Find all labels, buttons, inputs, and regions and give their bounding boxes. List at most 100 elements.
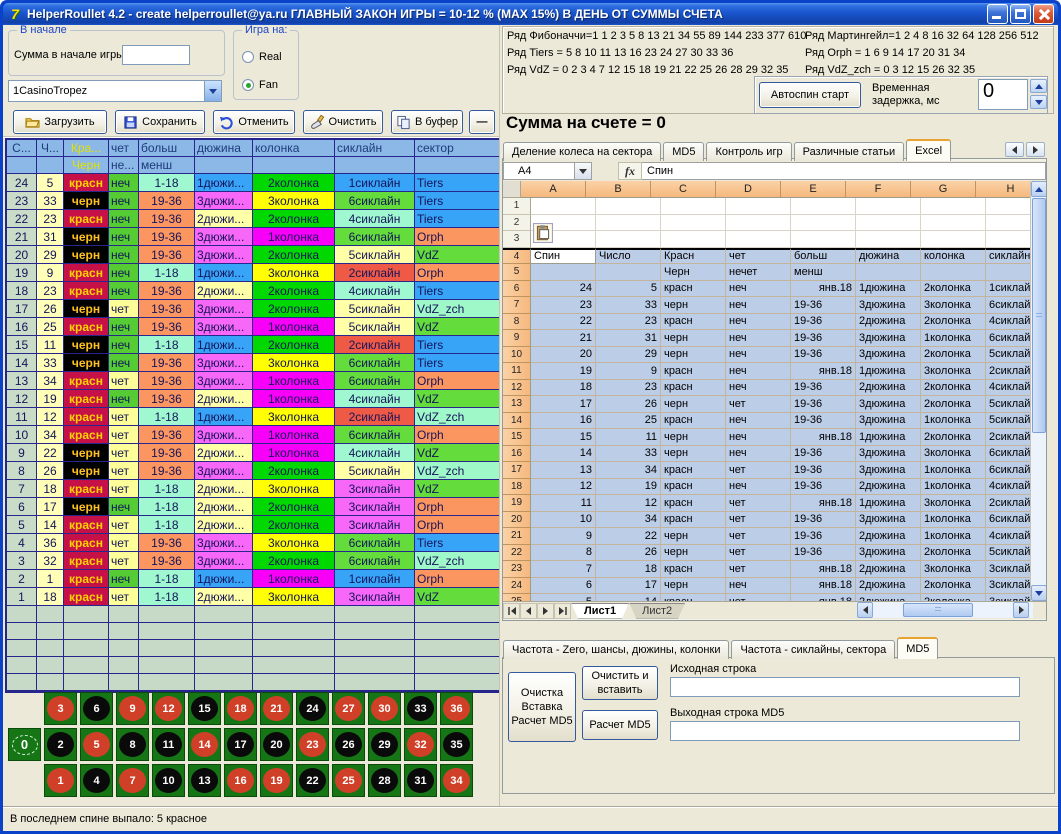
excel-cell[interactable]: 22 [531,314,596,331]
excel-cell[interactable]: неч [726,363,791,380]
excel-cell[interactable]: 19-36 [791,347,856,364]
excel-cell[interactable]: 2колонка [921,347,986,364]
excel-column-header-D[interactable]: D [716,181,781,198]
excel-cell[interactable]: 1дюжина [856,429,921,446]
excel-cell[interactable]: чет [726,512,791,529]
sheet-next-icon[interactable] [537,603,554,619]
excel-cell[interactable]: 17 [531,396,596,413]
excel-cell[interactable]: чет [726,495,791,512]
tab-excel[interactable]: Excel [906,139,951,161]
excel-cell[interactable]: неч [726,330,791,347]
excel-cell[interactable]: 29 [596,347,661,364]
roulette-cell-1[interactable]: 1 [44,764,77,797]
excel-cell[interactable]: 2дюжина [856,528,921,545]
roulette-cell-7[interactable]: 7 [116,764,149,797]
excel-row-header-9[interactable]: 9 [503,330,531,347]
excel-corner-box[interactable] [503,181,521,198]
spin-up-icon[interactable] [1030,79,1047,93]
excel-cell[interactable]: 23 [596,314,661,331]
excel-cell[interactable]: 3колонка [921,297,986,314]
excel-cell[interactable] [726,231,791,248]
excel-cell[interactable] [531,264,596,281]
roulette-cell-6[interactable]: 6 [80,692,113,725]
excel-cell[interactable]: неч [726,446,791,463]
roulette-cell-35[interactable]: 35 [440,728,473,761]
roulette-cell-18[interactable]: 18 [224,692,257,725]
tab-контроль-игр[interactable]: Контроль игр [706,142,791,161]
excel-cell[interactable]: 22 [596,528,661,545]
excel-cell[interactable]: черн [661,347,726,364]
roulette-cell-19[interactable]: 19 [260,764,293,797]
tab-scroll-right-icon[interactable] [1026,142,1045,157]
excel-cell[interactable]: 9 [531,528,596,545]
excel-cell[interactable] [726,198,791,215]
excel-cell[interactable] [921,215,986,232]
excel-cell[interactable]: Спин [531,248,596,265]
excel-row-header-12[interactable]: 12 [503,380,531,397]
excel-cell[interactable]: красн [661,561,726,578]
excel-cell[interactable]: 2колонка [921,281,986,298]
load-button[interactable]: Загрузить [13,110,107,134]
excel-cell[interactable]: 11 [531,495,596,512]
excel-cell[interactable] [661,198,726,215]
excel-cell[interactable]: 19-36 [791,446,856,463]
excel-cell[interactable]: неч [726,380,791,397]
excel-cell[interactable]: 3дюжина [856,545,921,562]
excel-cell[interactable]: 17 [596,578,661,595]
sheet-tab-лист1[interactable]: Лист1 [571,603,629,619]
roulette-cell-36[interactable]: 36 [440,692,473,725]
excel-cell[interactable]: красн [661,479,726,496]
spin-down-icon[interactable] [1030,95,1047,109]
excel-cell[interactable]: 2дюжина [856,594,921,601]
excel-cell[interactable]: черн [661,528,726,545]
roulette-cell-8[interactable]: 8 [116,728,149,761]
excel-cell[interactable]: больш [791,248,856,265]
excel-cell[interactable]: 3дюжина [856,446,921,463]
casino-select[interactable]: 1CasinoTropez [8,80,222,102]
roulette-cell-9[interactable]: 9 [116,692,149,725]
excel-cell[interactable]: 2дюжина [856,380,921,397]
title-bar[interactable]: 7 HelperRoullet 4.2 - create helperroull… [3,3,1058,25]
excel-cell[interactable]: 19-36 [791,396,856,413]
excel-cell[interactable]: 3дюжина [856,347,921,364]
excel-row-header-8[interactable]: 8 [503,314,531,331]
md5-clear-paste-calc-button[interactable]: ОчисткаВставкаРасчет MD5 [508,672,576,742]
excel-row-header-14[interactable]: 14 [503,413,531,430]
excel-cell[interactable]: 15 [531,429,596,446]
excel-cell[interactable]: 2колонка [921,594,986,601]
excel-cell[interactable]: черн [661,545,726,562]
roulette-cell-32[interactable]: 32 [404,728,437,761]
excel-cell[interactable]: 2дюжина [856,314,921,331]
delay-value[interactable]: 0 [978,79,1028,110]
excel-cell[interactable]: 1колонка [921,528,986,545]
excel-cell[interactable]: 1колонка [921,413,986,430]
excel-cell[interactable]: 3дюжина [856,413,921,430]
excel-cell[interactable]: Черн [661,264,726,281]
excel-cell[interactable]: янв.18 [791,594,856,601]
excel-column-header-B[interactable]: B [586,181,651,198]
excel-cell[interactable] [791,215,856,232]
excel-cell[interactable]: 19-36 [791,545,856,562]
excel-cell[interactable] [531,198,596,215]
excel-cell[interactable]: 7 [531,561,596,578]
excel-cell[interactable]: 34 [596,512,661,529]
sheet-first-icon[interactable] [503,603,520,619]
excel-cell[interactable]: 19 [531,363,596,380]
scrollbar-thumb[interactable] [1032,198,1046,433]
excel-cell[interactable]: 21 [531,330,596,347]
excel-cell[interactable]: 19-36 [791,512,856,529]
excel-cell[interactable]: 34 [596,462,661,479]
excel-cell[interactable]: 2колонка [921,429,986,446]
roulette-cell-31[interactable]: 31 [404,764,437,797]
excel-cell[interactable] [921,198,986,215]
excel-cell[interactable]: 3колонка [921,446,986,463]
scroll-right-icon[interactable] [1013,602,1029,618]
excel-cell[interactable]: янв.18 [791,363,856,380]
sheet-last-icon[interactable] [554,603,571,619]
excel-cell[interactable]: 9 [596,363,661,380]
excel-row-header-5[interactable]: 5 [503,264,531,281]
excel-cell[interactable]: 14 [596,594,661,601]
roulette-cell-27[interactable]: 27 [332,692,365,725]
excel-cell[interactable]: 1дюжина [856,495,921,512]
excel-row-header-20[interactable]: 20 [503,512,531,529]
